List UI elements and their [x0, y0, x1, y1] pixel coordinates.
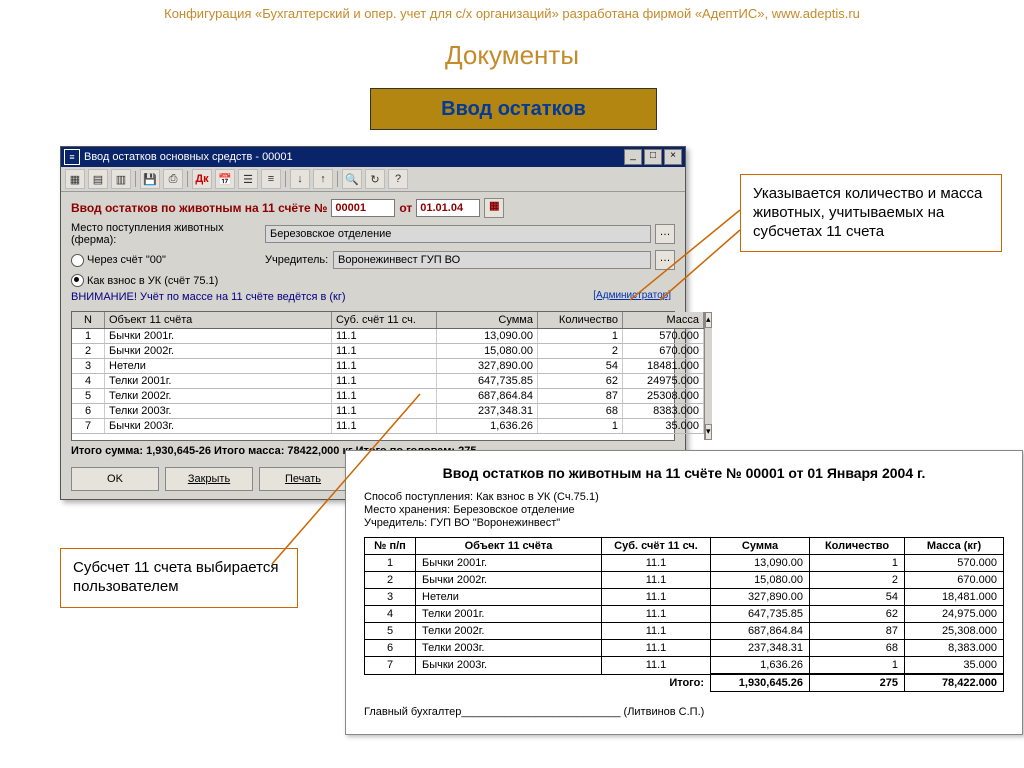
- toolbar: ▦ ▤ ▥ 💾 ⎙ Дк 📅 ☰ ≡ ↓ ↑ 🔍 ↻ ?: [61, 167, 685, 192]
- admin-link[interactable]: [Администратор]: [593, 290, 671, 301]
- mass-hint: ВНИМАНИЕ! Учёт по массе на 11 счёте ведё…: [71, 291, 675, 303]
- report-row: 4Телки 2001г.11.1647,735.856224,975.000: [365, 606, 1004, 623]
- scroll-down-icon[interactable]: ▾: [705, 424, 712, 440]
- toolbar-dr-icon[interactable]: Дк: [192, 169, 212, 189]
- close-doc-button[interactable]: Закрыть: [165, 467, 253, 491]
- col-mass[interactable]: Масса: [623, 312, 704, 328]
- from-label: от: [399, 201, 412, 215]
- doc-number-input[interactable]: 00001: [331, 199, 395, 217]
- report-method: Способ поступления: Как взнос в УК (Сч.7…: [364, 491, 1004, 503]
- rcol-n: № п/п: [365, 538, 416, 555]
- place-label: Место поступления животных (ферма):: [71, 222, 261, 246]
- maximize-button[interactable]: □: [644, 149, 662, 165]
- col-n[interactable]: N: [72, 312, 105, 328]
- toolbar-list-icon[interactable]: ≡: [261, 169, 281, 189]
- window-title: Ввод остатков основных средств - 00001: [84, 151, 293, 163]
- table-row[interactable]: 1Бычки 2001г.11.113,090.001570.000: [72, 329, 704, 344]
- print-button[interactable]: Печать: [259, 467, 347, 491]
- toolbar-tree-icon[interactable]: ☰: [238, 169, 258, 189]
- radio-uk[interactable]: [71, 274, 84, 287]
- report-row: 5Телки 2002г.11.1687,864.848725,308.000: [365, 623, 1004, 640]
- founder-label: Учредитель:: [265, 254, 329, 266]
- top-attribution: Конфигурация «Бухгалтерский и опер. учет…: [0, 6, 1024, 21]
- rcol-mass: Масса (кг): [905, 538, 1004, 555]
- toolbar-new-icon[interactable]: ▦: [65, 169, 85, 189]
- toolbar-refresh-icon[interactable]: ↻: [365, 169, 385, 189]
- report-table: № п/п Объект 11 счёта Суб. счёт 11 сч. С…: [364, 537, 1004, 692]
- page-title: Документы: [0, 40, 1024, 71]
- rcol-sum: Сумма: [711, 538, 810, 555]
- toolbar-save-icon[interactable]: 💾: [140, 169, 160, 189]
- ok-button[interactable]: OK: [71, 467, 159, 491]
- scroll-up-icon[interactable]: ▴: [705, 312, 712, 328]
- toolbar-up-icon[interactable]: ↑: [313, 169, 333, 189]
- toolbar-down-icon[interactable]: ↓: [290, 169, 310, 189]
- toolbar-help-icon[interactable]: ?: [388, 169, 408, 189]
- grid-scrollbar[interactable]: ▴ ▾: [704, 312, 712, 440]
- radio-00-label: Через счёт "00": [87, 254, 166, 266]
- report-preview: Ввод остатков по животным на 11 счёте № …: [345, 450, 1023, 735]
- doc-heading: Ввод остатков по животным на 11 счёте № …: [71, 198, 675, 218]
- place-field[interactable]: Березовское отделение: [265, 225, 651, 243]
- signature-line: Главный бухгалтер_______________________…: [364, 706, 1004, 718]
- close-button[interactable]: ×: [664, 149, 682, 165]
- report-row: 3Нетели11.1327,890.005418,481.000: [365, 589, 1004, 606]
- table-row[interactable]: 6Телки 2003г.11.1237,348.31688383.000: [72, 404, 704, 419]
- toolbar-calendar-icon[interactable]: 📅: [215, 169, 235, 189]
- col-object[interactable]: Объект 11 счёта: [105, 312, 332, 328]
- report-row: 2Бычки 2002г.11.115,080.002670.000: [365, 572, 1004, 589]
- col-subaccount[interactable]: Суб. счёт 11 сч.: [332, 312, 437, 328]
- table-row[interactable]: 2Бычки 2002г.11.115,080.002670.000: [72, 344, 704, 359]
- rcol-qty: Количество: [810, 538, 905, 555]
- toolbar-copy-icon[interactable]: ▤: [88, 169, 108, 189]
- toolbar-print-icon[interactable]: ⎙: [163, 169, 183, 189]
- place-lookup-button[interactable]: …: [655, 224, 675, 244]
- report-founder: Учредитель: ГУП ВО "Воронежинвест": [364, 517, 1004, 529]
- callout-qty-mass: Указывается количество и масса животных,…: [740, 174, 1002, 252]
- callout-subaccount: Субсчет 11 счета выбирается пользователе…: [60, 548, 298, 608]
- report-row: 1Бычки 2001г.11.113,090.001570.000: [365, 555, 1004, 572]
- app-icon: ≡: [64, 149, 80, 165]
- doc-date-input[interactable]: 01.01.04: [416, 199, 480, 217]
- date-picker-button[interactable]: ▦: [484, 198, 504, 218]
- toolbar-find-icon[interactable]: 🔍: [342, 169, 362, 189]
- table-row[interactable]: 4Телки 2001г.11.1647,735.856224975.000: [72, 374, 704, 389]
- founder-field[interactable]: Воронежинвест ГУП ВО: [333, 251, 651, 269]
- report-total-row: Итого:1,930,645.2627578,422.000: [365, 674, 1004, 692]
- items-grid[interactable]: N Объект 11 счёта Суб. счёт 11 сч. Сумма…: [71, 311, 675, 441]
- col-qty[interactable]: Количество: [538, 312, 623, 328]
- titlebar[interactable]: ≡ Ввод остатков основных средств - 00001…: [61, 147, 685, 167]
- heading-text: Ввод остатков по животным на 11 счёте №: [71, 201, 327, 215]
- minimize-button[interactable]: _: [624, 149, 642, 165]
- toolbar-paste-icon[interactable]: ▥: [111, 169, 131, 189]
- report-row: 7Бычки 2003г.11.11,636.26135.000: [365, 657, 1004, 675]
- app-window: ≡ Ввод остатков основных средств - 00001…: [60, 146, 686, 500]
- founder-lookup-button[interactable]: …: [655, 250, 675, 270]
- section-badge: Ввод остатков: [370, 88, 657, 130]
- radio-uk-label: Как взнос в УК (счёт 75.1): [87, 275, 218, 287]
- table-row[interactable]: 5Телки 2002г.11.1687,864.848725308.000: [72, 389, 704, 404]
- table-row[interactable]: 7Бычки 2003г.11.11,636.26135.000: [72, 419, 704, 434]
- report-row: 6Телки 2003г.11.1237,348.31688,383.000: [365, 640, 1004, 657]
- table-row[interactable]: 3Нетели11.1327,890.005418481.000: [72, 359, 704, 374]
- radio-account-00[interactable]: [71, 254, 84, 267]
- rcol-obj: Объект 11 счёта: [416, 538, 602, 555]
- report-title: Ввод остатков по животным на 11 счёте № …: [364, 465, 1004, 481]
- col-sum[interactable]: Сумма: [437, 312, 538, 328]
- rcol-sub: Суб. счёт 11 сч.: [602, 538, 711, 555]
- report-place: Место хранения: Березовское отделение: [364, 504, 1004, 516]
